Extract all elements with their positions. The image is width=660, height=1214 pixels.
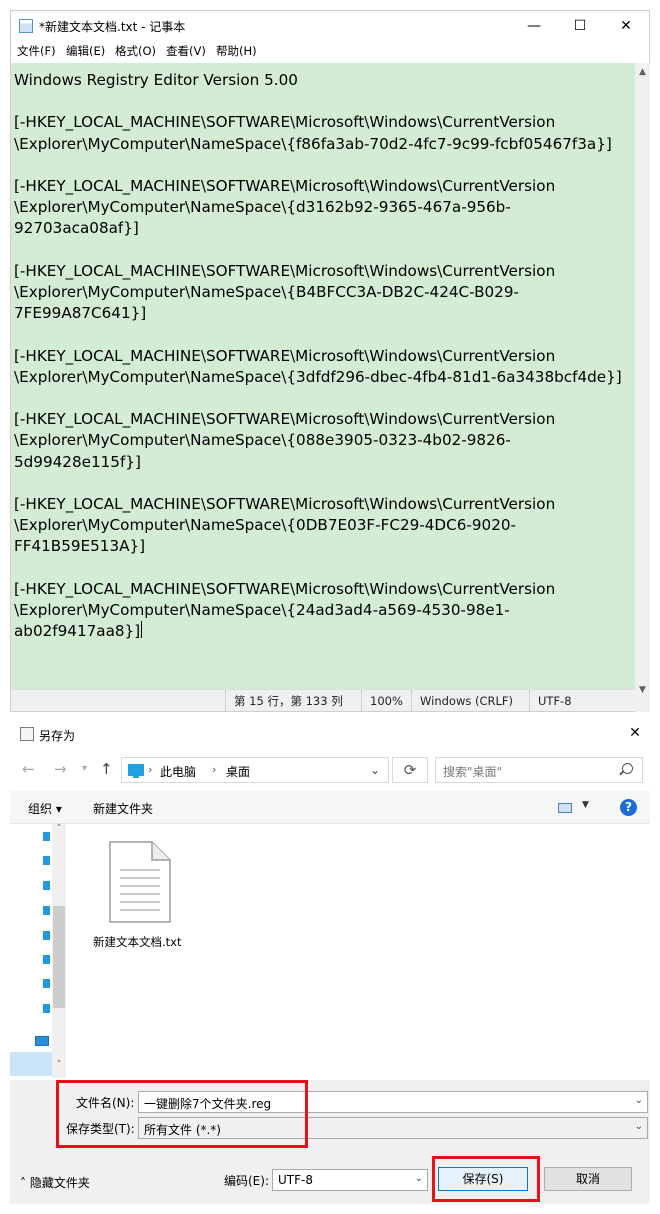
- text-line: \Explorer\MyComputer\NameSpace\{088e3905…: [14, 431, 511, 450]
- save-as-dialog: 另存为 ✕ ← → ▾ ↑ › 此电脑 › 桌面 ⌄ ⟳ 搜索"桌面" 组织 ▾…: [10, 718, 650, 1204]
- text-line: \Explorer\MyComputer\NameSpace\{d3162b92…: [14, 198, 511, 217]
- status-line-ending: Windows (CRLF): [411, 690, 529, 712]
- nav-folder-icon[interactable]: [43, 1004, 50, 1013]
- encoding-select[interactable]: UTF-8 ⌄: [272, 1169, 428, 1191]
- text-file-icon[interactable]: [108, 840, 172, 924]
- recent-dropdown-icon[interactable]: ▾: [82, 763, 87, 774]
- notepad-title-bar[interactable]: *新建文本文档.txt - 记事本 — ☐ ✕: [11, 11, 649, 41]
- chevron-up-icon: ˄: [20, 1176, 30, 1190]
- nav-scrollbar[interactable]: ˄ ˅: [52, 824, 66, 1078]
- dialog-title: 另存为: [39, 729, 76, 743]
- file-list[interactable]: 新建文本文档.txt: [68, 824, 650, 1078]
- resize-grip[interactable]: [635, 699, 650, 712]
- back-arrow-icon[interactable]: ←: [22, 760, 35, 778]
- status-bar: 第 15 行，第 133 列 100% Windows (CRLF) UTF-8: [11, 689, 635, 712]
- menu-view[interactable]: 查看(V): [166, 43, 206, 59]
- highlight-box-save: [432, 1156, 540, 1202]
- search-placeholder: 搜索"桌面": [443, 765, 503, 779]
- view-options-icon[interactable]: [558, 803, 572, 813]
- text-line: [-HKEY_LOCAL_MACHINE\SOFTWARE\Microsoft\…: [14, 346, 556, 365]
- file-name-label[interactable]: 新建文本文档.txt: [93, 934, 181, 950]
- notepad-icon: [19, 19, 33, 33]
- text-caret: [141, 621, 143, 639]
- nav-scroll-thumb[interactable]: [53, 906, 65, 1008]
- highlight-box-filename: [56, 1080, 308, 1148]
- dialog-icon: [20, 727, 34, 741]
- menu-format[interactable]: 格式(O): [115, 43, 156, 59]
- text-line: [-HKEY_LOCAL_MACHINE\SOFTWARE\Microsoft\…: [14, 261, 556, 280]
- scroll-up-icon[interactable]: ˄: [52, 824, 66, 834]
- status-encoding: UTF-8: [529, 690, 635, 712]
- text-line: [-HKEY_LOCAL_MACHINE\SOFTWARE\Microsoft\…: [14, 177, 556, 195]
- breadcrumb-this-pc[interactable]: 此电脑: [160, 763, 196, 780]
- menu-file[interactable]: 文件(F): [17, 43, 56, 59]
- text-line: \Explorer\MyComputer\NameSpace\{f86fa3ab…: [14, 134, 612, 153]
- nav-folder-icon[interactable]: [43, 931, 50, 940]
- breadcrumb-desktop[interactable]: 桌面: [226, 763, 250, 780]
- chevron-down-icon[interactable]: ⌄: [415, 1173, 423, 1184]
- forward-arrow-icon[interactable]: →: [54, 760, 67, 778]
- text-line: FF41B59E513A}]: [14, 537, 146, 556]
- up-arrow-icon[interactable]: ↑: [100, 760, 113, 778]
- encoding-label: 编码(E):: [224, 1174, 269, 1188]
- text-line: ab02f9417aa8}]: [14, 621, 143, 641]
- nav-selected-item[interactable]: [10, 1052, 52, 1076]
- nav-folder-icon[interactable]: [43, 979, 50, 988]
- text-line: 7FE99A87C641}]: [14, 304, 147, 323]
- chevron-down-icon[interactable]: ⌄: [635, 1121, 643, 1132]
- text-line: \Explorer\MyComputer\NameSpace\{0DB7E03F…: [14, 516, 517, 535]
- text-line: 5d99428e115f}]: [14, 452, 141, 471]
- text-line: [-HKEY_LOCAL_MACHINE\SOFTWARE\Microsoft\…: [14, 579, 556, 598]
- nav-folder-icon[interactable]: [43, 881, 50, 890]
- dialog-close-button[interactable]: ✕: [624, 722, 646, 744]
- text-line: [-HKEY_LOCAL_MACHINE\SOFTWARE\Microsoft\…: [14, 410, 556, 429]
- hide-folders-toggle[interactable]: ˄ 隐藏文件夹: [20, 1174, 90, 1191]
- nav-folder-icon[interactable]: [43, 832, 50, 841]
- close-button[interactable]: ✕: [603, 11, 649, 41]
- text-line: Windows Registry Editor Version 5.00: [14, 71, 298, 89]
- notepad-text-area[interactable]: Windows Registry Editor Version 5.00 [-HK…: [11, 63, 635, 699]
- address-bar[interactable]: › 此电脑 › 桌面 ⌄: [121, 757, 389, 783]
- notepad-title: *新建文本文档.txt - 记事本: [39, 20, 186, 34]
- text-line: \Explorer\MyComputer\NameSpace\{24ad3ad4…: [14, 601, 510, 619]
- dialog-toolbar: 组织 ▾ 新建文件夹 ▼ ?: [10, 791, 650, 824]
- nav-folder-icon[interactable]: [43, 856, 50, 865]
- view-dropdown-icon[interactable]: ▼: [582, 800, 589, 810]
- text-line: \Explorer\MyComputer\NameSpace\{B4BFCC3A…: [14, 283, 519, 301]
- maximize-button[interactable]: ☐: [557, 11, 603, 41]
- search-icon[interactable]: [622, 763, 633, 774]
- new-folder-button[interactable]: 新建文件夹: [93, 800, 153, 817]
- help-icon[interactable]: ?: [620, 799, 637, 816]
- status-position: 第 15 行，第 133 列: [225, 690, 351, 712]
- search-box[interactable]: 搜索"桌面": [435, 757, 643, 783]
- hide-folders-label: 隐藏文件夹: [29, 1176, 90, 1190]
- scroll-down-icon[interactable]: ˅: [52, 1060, 66, 1070]
- nav-folder-icon[interactable]: [43, 906, 50, 915]
- text-line: [-HKEY_LOCAL_MACHINE\SOFTWARE\Microsoft\…: [14, 495, 556, 513]
- scroll-up-icon[interactable]: ▲: [635, 65, 650, 80]
- menu-help[interactable]: 帮助(H): [216, 43, 257, 59]
- dialog-bottom-panel: 文件名(N): 一键删除7个文件夹.reg ⌄ 保存类型(T): 所有文件 (*…: [10, 1080, 650, 1204]
- chevron-down-icon[interactable]: ⌄: [635, 1095, 643, 1106]
- computer-icon: [128, 764, 144, 778]
- text-line: 92703aca08af}]: [14, 219, 139, 238]
- text-line: \Explorer\MyComputer\NameSpace\{3dfdf296…: [14, 367, 622, 386]
- encoding-value: UTF-8: [278, 1173, 313, 1187]
- organize-button[interactable]: 组织 ▾: [28, 800, 62, 817]
- breadcrumb-separator-icon: ›: [212, 763, 217, 776]
- refresh-button[interactable]: ⟳: [392, 757, 428, 783]
- address-dropdown-icon[interactable]: ⌄: [370, 763, 380, 777]
- scroll-down-icon[interactable]: ▼: [635, 683, 650, 698]
- notepad-menu-bar: 文件(F) 编辑(E) 格式(O) 查看(V) 帮助(H): [11, 41, 649, 61]
- text-line: [-HKEY_LOCAL_MACHINE\SOFTWARE\Microsoft\…: [14, 113, 556, 132]
- minimize-button[interactable]: —: [511, 11, 557, 41]
- monitor-icon[interactable]: [35, 1036, 49, 1046]
- breadcrumb-separator-icon: ›: [148, 763, 153, 776]
- nav-folder-icon[interactable]: [43, 955, 50, 964]
- status-zoom: 100%: [361, 690, 411, 712]
- cancel-button[interactable]: 取消: [544, 1167, 632, 1191]
- vertical-scrollbar[interactable]: ▲ ▼: [635, 63, 650, 699]
- notepad-window: *新建文本文档.txt - 记事本 — ☐ ✕ 文件(F) 编辑(E) 格式(O…: [10, 10, 650, 712]
- menu-edit[interactable]: 编辑(E): [66, 43, 105, 59]
